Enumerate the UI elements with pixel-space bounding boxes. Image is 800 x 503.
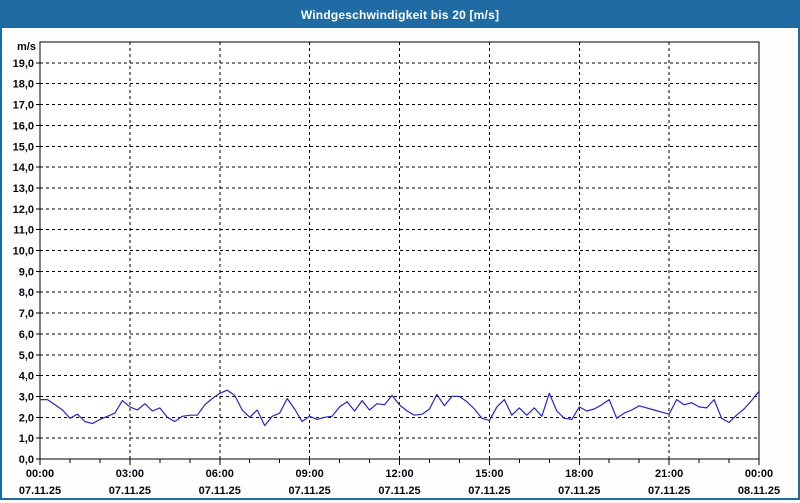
svg-text:07.11.25: 07.11.25 xyxy=(199,485,241,497)
svg-text:0,0: 0,0 xyxy=(19,454,34,466)
svg-text:16,0: 16,0 xyxy=(13,120,34,132)
svg-text:13,0: 13,0 xyxy=(13,183,34,195)
svg-text:2,0: 2,0 xyxy=(19,412,34,424)
svg-text:00:00: 00:00 xyxy=(26,468,54,480)
wind-speed-line-chart: 0,0 1,0 2,0 3,0 4,0 5,0 6,0 7,0 8,0 9,0 10,0 11,0 12… xyxy=(13,41,781,497)
chart-titlebar: Windgeschwindigkeit bis 20 [m/s] xyxy=(2,2,798,28)
svg-text:10,0: 10,0 xyxy=(13,246,34,258)
svg-text:3,0: 3,0 xyxy=(19,391,34,403)
svg-text:8,0: 8,0 xyxy=(19,287,34,299)
svg-text:12:00: 12:00 xyxy=(385,468,413,480)
svg-text:19,0: 19,0 xyxy=(13,58,34,70)
svg-text:9,0: 9,0 xyxy=(19,266,34,278)
svg-text:09:00: 09:00 xyxy=(296,468,324,480)
svg-text:7,0: 7,0 xyxy=(19,308,34,320)
svg-text:07.11.25: 07.11.25 xyxy=(468,485,510,497)
svg-text:m/s: m/s xyxy=(17,41,36,53)
chart-title: Windgeschwindigkeit bis 20 [m/s] xyxy=(300,8,500,22)
svg-text:07.11.25: 07.11.25 xyxy=(648,485,690,497)
svg-text:12,0: 12,0 xyxy=(13,204,34,216)
svg-text:07.11.25: 07.11.25 xyxy=(19,485,61,497)
svg-text:07.11.25: 07.11.25 xyxy=(109,485,151,497)
svg-text:17,0: 17,0 xyxy=(13,100,34,112)
svg-text:07.11.25: 07.11.25 xyxy=(558,485,600,497)
svg-text:14,0: 14,0 xyxy=(13,162,34,174)
svg-text:4,0: 4,0 xyxy=(19,371,34,383)
svg-text:21:00: 21:00 xyxy=(655,468,683,480)
svg-text:18:00: 18:00 xyxy=(565,468,593,480)
svg-text:00:00: 00:00 xyxy=(745,468,773,480)
svg-text:11,0: 11,0 xyxy=(13,225,34,237)
svg-text:15,0: 15,0 xyxy=(13,141,34,153)
svg-text:15:00: 15:00 xyxy=(475,468,503,480)
svg-text:18,0: 18,0 xyxy=(13,79,34,91)
svg-text:08.11.25: 08.11.25 xyxy=(738,485,780,497)
svg-text:06:00: 06:00 xyxy=(206,468,234,480)
svg-text:6,0: 6,0 xyxy=(19,329,34,341)
svg-text:03:00: 03:00 xyxy=(116,468,144,480)
chart-area: 0,0 1,0 2,0 3,0 4,0 5,0 6,0 7,0 8,0 9,0 10,0 11,0 12… xyxy=(2,28,798,498)
chart-window: Windgeschwindigkeit bis 20 [m/s] 0,0 1,0 2… xyxy=(0,0,800,500)
svg-text:07.11.25: 07.11.25 xyxy=(378,485,420,497)
svg-text:5,0: 5,0 xyxy=(19,350,34,362)
svg-text:1,0: 1,0 xyxy=(19,433,34,445)
svg-text:07.11.25: 07.11.25 xyxy=(289,485,331,497)
